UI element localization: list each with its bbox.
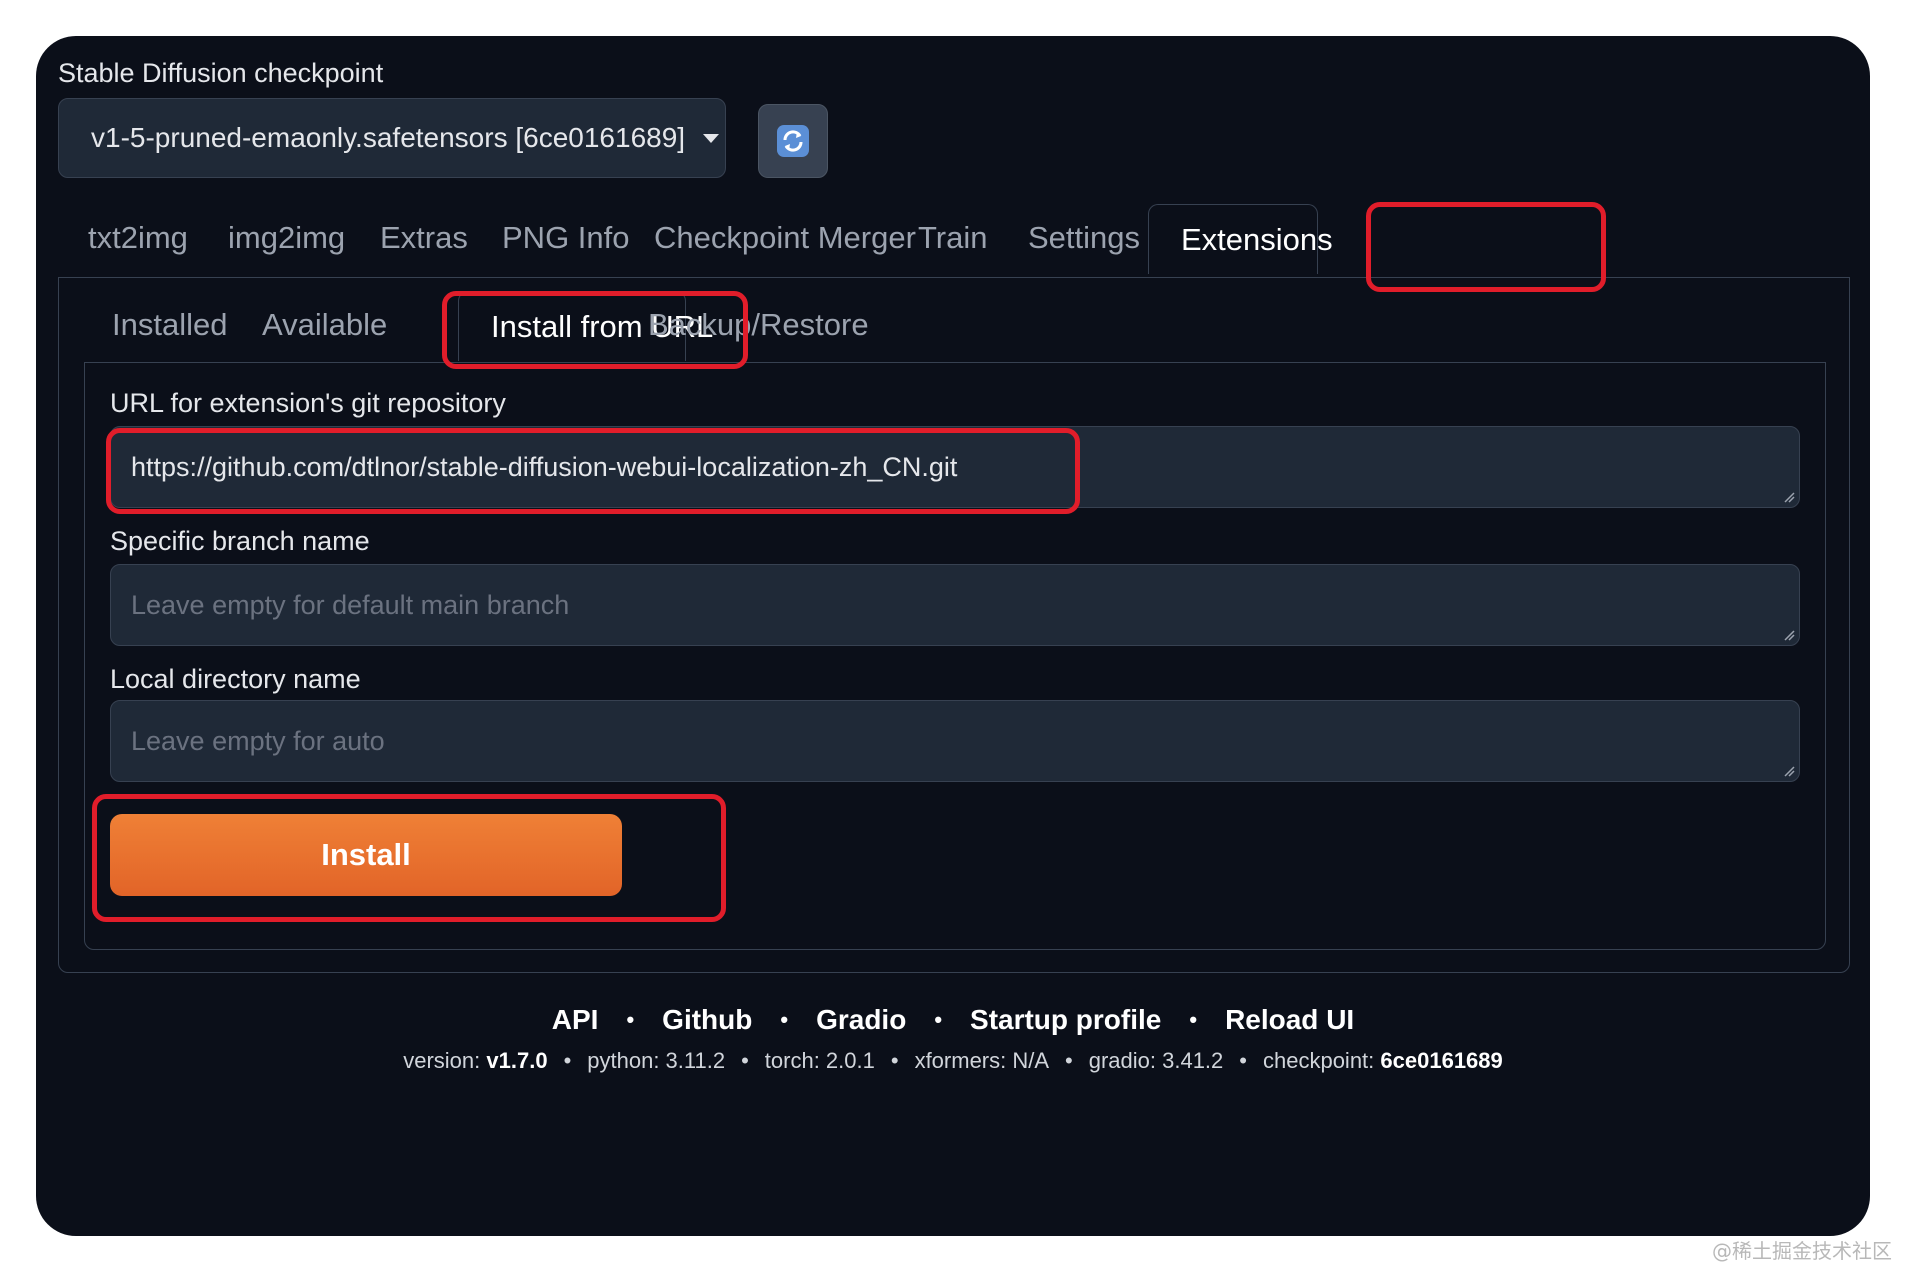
checkpoint-selected-value: v1-5-pruned-emaonly.safetensors [6ce0161… xyxy=(91,122,686,153)
refresh-checkpoint-button[interactable] xyxy=(758,104,828,178)
resize-handle-icon[interactable] xyxy=(1783,629,1795,641)
directory-input[interactable]: Leave empty for auto xyxy=(110,700,1800,782)
subtab-installed[interactable]: Installed xyxy=(112,291,227,359)
branch-input[interactable]: Leave empty for default main branch xyxy=(110,564,1800,646)
main-tabs: txt2img img2img Extras PNG Info Checkpoi… xyxy=(58,204,1848,274)
webui-window: Stable Diffusion checkpoint v1-5-pruned-… xyxy=(36,36,1870,1236)
subtab-backup-restore[interactable]: Backup/Restore xyxy=(648,291,869,359)
tab-checkpoint-merger[interactable]: Checkpoint Merger xyxy=(654,204,916,272)
footer-version-info: version: v1.7.0 • python: 3.11.2 • torch… xyxy=(403,1048,1503,1073)
chevron-down-icon xyxy=(703,133,720,143)
footer-link-github[interactable]: Github xyxy=(662,1004,752,1036)
footer-link-reload-ui[interactable]: Reload UI xyxy=(1225,1004,1354,1036)
gradio-info: gradio: 3.41.2 xyxy=(1088,1048,1224,1073)
footer-links: API • Github • Gradio • Startup profile … xyxy=(551,1004,1355,1036)
subtab-available[interactable]: Available xyxy=(262,291,387,359)
resize-handle-icon[interactable] xyxy=(1783,491,1795,503)
url-field-label: URL for extension's git repository xyxy=(110,388,506,418)
checkpoint-label: Stable Diffusion checkpoint xyxy=(58,58,384,88)
tab-txt2img[interactable]: txt2img xyxy=(88,204,188,272)
url-input-value: https://github.com/dtlnor/stable-diffusi… xyxy=(131,451,958,482)
version-label: version: xyxy=(403,1048,481,1073)
xformers-info: xformers: N/A xyxy=(914,1048,1050,1073)
branch-input-placeholder: Leave empty for default main branch xyxy=(131,589,570,620)
tab-png-info[interactable]: PNG Info xyxy=(502,204,630,272)
torch-info: torch: 2.0.1 xyxy=(764,1048,875,1073)
url-input[interactable]: https://github.com/dtlnor/stable-diffusi… xyxy=(110,426,1800,508)
version-value: v1.7.0 xyxy=(486,1048,548,1073)
tab-img2img[interactable]: img2img xyxy=(228,204,345,272)
refresh-icon xyxy=(777,125,809,157)
tab-extras[interactable]: Extras xyxy=(380,204,468,272)
branch-field-label: Specific branch name xyxy=(110,526,370,556)
watermark: @稀土掘金技术社区 xyxy=(1712,1239,1892,1263)
tab-train[interactable]: Train xyxy=(918,204,987,272)
extensions-subtabs: Installed Available Install from URL Bac… xyxy=(84,291,1824,361)
directory-field-label: Local directory name xyxy=(110,664,361,694)
checkpoint-info-label: checkpoint: xyxy=(1262,1048,1375,1073)
checkpoint-info-value: 6ce0161689 xyxy=(1380,1048,1503,1073)
footer-link-gradio[interactable]: Gradio xyxy=(816,1004,906,1036)
python-info: python: 3.11.2 xyxy=(587,1048,726,1073)
install-button[interactable]: Install xyxy=(110,814,622,896)
checkpoint-dropdown[interactable]: v1-5-pruned-emaonly.safetensors [6ce0161… xyxy=(58,98,726,178)
tab-settings[interactable]: Settings xyxy=(1028,204,1140,272)
directory-input-placeholder: Leave empty for auto xyxy=(131,725,385,756)
resize-handle-icon[interactable] xyxy=(1783,765,1795,777)
footer-link-startup-profile[interactable]: Startup profile xyxy=(970,1004,1161,1036)
footer-link-api[interactable]: API xyxy=(552,1004,599,1036)
tab-extensions[interactable]: Extensions xyxy=(1148,204,1333,274)
